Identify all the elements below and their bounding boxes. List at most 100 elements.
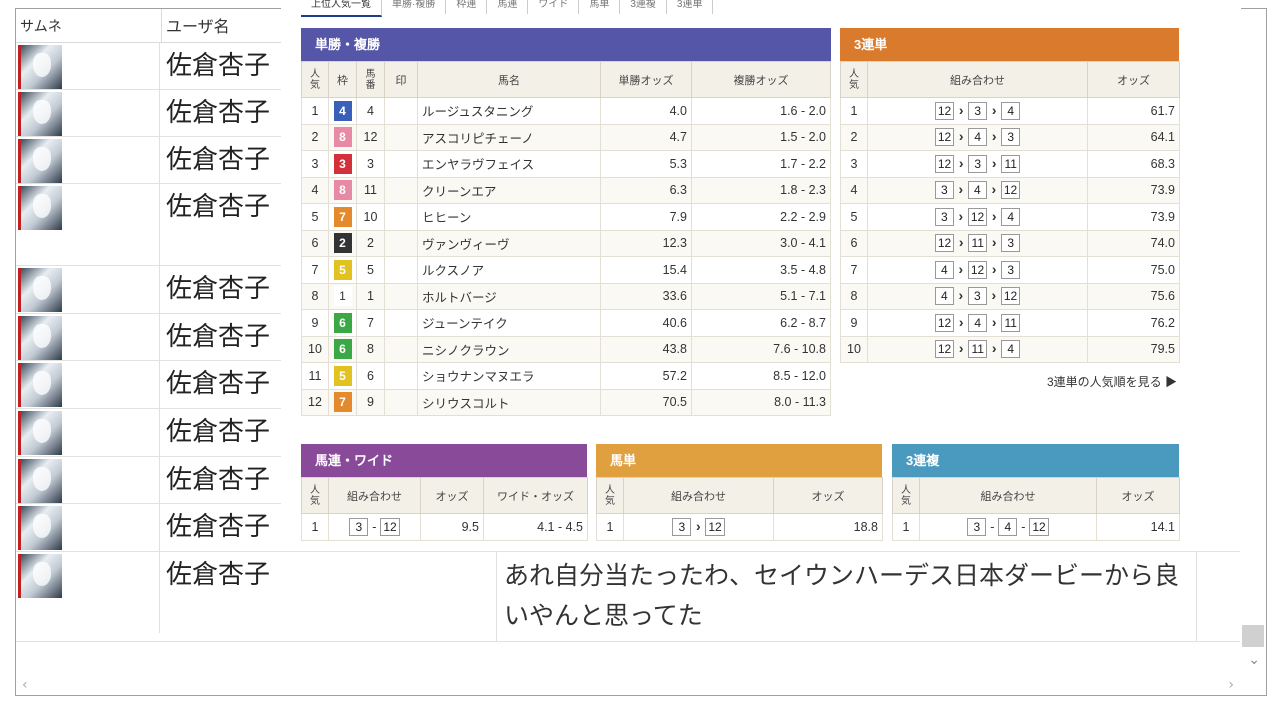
frame-cell: 7 (328, 388, 357, 416)
horse-name[interactable]: シリウスコルト (417, 388, 601, 416)
trifecta-row[interactable]: 6 12 › 11 › 3 74.0 (840, 229, 1180, 257)
win-place-panel: 単勝・複勝 人気 枠 馬番 印 馬名 単勝オッズ 複勝オッズ 1 4 4 ルージュスタ… (301, 28, 831, 416)
horse-name[interactable]: ジューンテイク (417, 309, 601, 337)
win-place-row[interactable]: 12 7 9 シリウスコルト 70.5 8.0 - 11.3 (301, 388, 831, 416)
combination: 4 › 3 › 12 (867, 282, 1088, 310)
odds: 18.8 (773, 513, 883, 541)
win-place-row[interactable]: 11 5 6 ショウナンマヌエラ 57.2 8.5 - 12.0 (301, 362, 831, 390)
trifecta-row[interactable]: 2 12 › 4 › 3 64.1 (840, 123, 1180, 151)
popularity: 1 (301, 97, 329, 125)
trifecta-row[interactable]: 4 3 › 4 › 12 73.9 (840, 176, 1180, 204)
win-odds: 12.3 (600, 229, 692, 257)
th-win-odds: 単勝オッズ (600, 61, 692, 98)
horse-number-box: 4 (1001, 101, 1021, 120)
horse-name[interactable]: ヴァンヴィーヴ (417, 229, 601, 257)
win-place-row[interactable]: 8 1 1 ホルトバージ 33.6 5.1 - 7.1 (301, 282, 831, 310)
combination: 3-4-12 (919, 513, 1097, 541)
scroll-right-icon[interactable]: › (1228, 677, 1234, 693)
popularity: 9 (301, 309, 329, 337)
tab-1[interactable]: 単勝·複勝 (382, 0, 447, 14)
horse-number: 8 (356, 335, 385, 363)
horse-name[interactable]: ホルトバージ (417, 282, 601, 310)
mark (384, 203, 418, 231)
horse-name[interactable]: ルージュスタニング (417, 97, 601, 125)
popularity: 1 (840, 97, 868, 125)
horse-name[interactable]: ヒヒーン (417, 203, 601, 231)
win-place-row[interactable]: 3 3 3 エンヤラヴフェイス 5.3 1.7 - 2.2 (301, 150, 831, 178)
combination: 3 › 12 (623, 513, 774, 541)
tab-3[interactable]: 馬連 (487, 0, 529, 14)
trifecta-more-link[interactable]: 3連単の人気順を見る ▶ (1047, 373, 1177, 390)
tab-4[interactable]: ワイド (528, 0, 580, 14)
tab-0[interactable]: 上位人気一覧 (301, 0, 382, 17)
arrow-right-icon: › (991, 234, 997, 251)
win-place-row[interactable]: 6 2 2 ヴァンヴィーヴ 12.3 3.0 - 4.1 (301, 229, 831, 257)
win-place-row[interactable]: 1 4 4 ルージュスタニング 4.0 1.6 - 2.0 (301, 97, 831, 125)
win-place-row[interactable]: 7 5 5 ルクスノア 15.4 3.5 - 4.8 (301, 256, 831, 284)
horse-number: 4 (356, 97, 385, 125)
header-thumbnail[interactable]: サムネ (16, 9, 162, 43)
place-odds: 1.7 - 2.2 (691, 150, 831, 178)
horse-name[interactable]: エンヤラヴフェイス (417, 150, 601, 178)
trifecta-row[interactable]: 5 3 › 12 › 4 73.9 (840, 203, 1180, 231)
trifecta-panel: 3連単 人気 組み合わせ オッズ 1 12 › 3 › 4 61.7 2 12 › 4 › 3 64.1 3… (840, 28, 1180, 363)
win-place-row[interactable]: 2 8 12 アスコリピチェーノ 4.7 1.5 - 2.0 (301, 123, 831, 151)
win-odds: 40.6 (600, 309, 692, 337)
tab-7[interactable]: 3連単 (667, 0, 714, 14)
scroll-left-icon[interactable]: ‹ (22, 677, 28, 693)
win-odds: 57.2 (600, 362, 692, 390)
frame-cell: 6 (328, 309, 357, 337)
trifecta-row[interactable]: 7 4 › 12 › 3 75.0 (840, 256, 1180, 284)
odds: 61.7 (1087, 97, 1180, 125)
trifecta-row[interactable]: 10 12 › 11 › 4 79.5 (840, 335, 1180, 363)
frame-cell: 8 (328, 123, 357, 151)
trifecta-row[interactable]: 9 12 › 4 › 11 76.2 (840, 309, 1180, 337)
combination: 12 › 11 › 3 (867, 229, 1088, 257)
odds: 64.1 (1087, 123, 1180, 151)
place-odds: 2.2 - 2.9 (691, 203, 831, 231)
horse-name[interactable]: ショウナンマヌエラ (417, 362, 601, 390)
th-frame: 枠 (328, 61, 357, 98)
horse-number-box: 3 (934, 207, 954, 226)
tab-2[interactable]: 枠連 (446, 0, 488, 14)
vertical-scrollbar[interactable]: ⌄ (1240, 9, 1266, 695)
chevron-down-icon[interactable]: ⌄ (1248, 652, 1260, 668)
win-place-row[interactable]: 9 6 7 ジューンテイク 40.6 6.2 - 8.7 (301, 309, 831, 337)
popularity: 1 (301, 513, 329, 541)
combination: 3 › 4 › 12 (867, 176, 1088, 204)
header-username[interactable]: ユーザ名 (162, 9, 282, 43)
win-place-row[interactable]: 10 6 8 ニシノクラウン 43.8 7.6 - 10.8 (301, 335, 831, 363)
win-place-row[interactable]: 4 8 11 クリーンエア 6.3 1.8 - 2.3 (301, 176, 831, 204)
horse-number-box: 4 (1001, 340, 1021, 359)
win-odds: 15.4 (600, 256, 692, 284)
horse-number-box: 3 (968, 101, 988, 120)
odds: 9.5 (420, 513, 484, 541)
mark (384, 150, 418, 178)
horse-name[interactable]: ルクスノア (417, 256, 601, 284)
trifecta-row[interactable]: 8 4 › 3 › 12 75.6 (840, 282, 1180, 310)
sep-thumb (159, 43, 160, 633)
win-place-row[interactable]: 5 7 10 ヒヒーン 7.9 2.2 - 2.9 (301, 203, 831, 231)
combination: 12 › 4 › 11 (867, 309, 1088, 337)
mark (384, 123, 418, 151)
place-odds: 5.1 - 7.1 (691, 282, 831, 310)
trifecta-row[interactable]: 1 12 › 3 › 4 61.7 (840, 97, 1180, 125)
horse-name[interactable]: ニシノクラウン (417, 335, 601, 363)
popularity: 6 (840, 229, 868, 257)
exacta-row[interactable]: 1 3 › 12 18.8 (596, 513, 883, 541)
comment-row[interactable]: 佐倉杏子 あれ自分当たったわ、セイウンハーデス日本ダービーから良いやんと思ってた (16, 552, 1266, 642)
trio-row[interactable]: 1 3-4-12 14.1 (892, 513, 1180, 541)
win-odds: 33.6 (600, 282, 692, 310)
arrow-right-icon: › (991, 154, 997, 171)
screen: サムネ ユーザ名 佐倉杏子 佐倉杏子 佐倉杏子 佐倉杏子 佐倉杏子 佐倉杏子 佐倉杏子 佐倉杏… (0, 0, 1280, 720)
horse-name[interactable]: アスコリピチェーノ (417, 123, 601, 151)
tab-5[interactable]: 馬単 (579, 0, 621, 14)
popularity: 7 (840, 256, 868, 284)
trifecta-row[interactable]: 3 12 › 3 › 11 68.3 (840, 150, 1180, 178)
scrollbar-thumb[interactable] (1242, 625, 1264, 647)
horse-number-box: 12 (934, 313, 955, 332)
tab-6[interactable]: 3連複 (620, 0, 667, 14)
quinella-wide-panel: 馬連・ワイド 人気 組み合わせ オッズ ワイド・オッズ 1 3-12 9.5 4.1 … (301, 444, 588, 541)
horse-name[interactable]: クリーンエア (417, 176, 601, 204)
quinella-row[interactable]: 1 3-12 9.5 4.1 - 4.5 (301, 513, 588, 541)
